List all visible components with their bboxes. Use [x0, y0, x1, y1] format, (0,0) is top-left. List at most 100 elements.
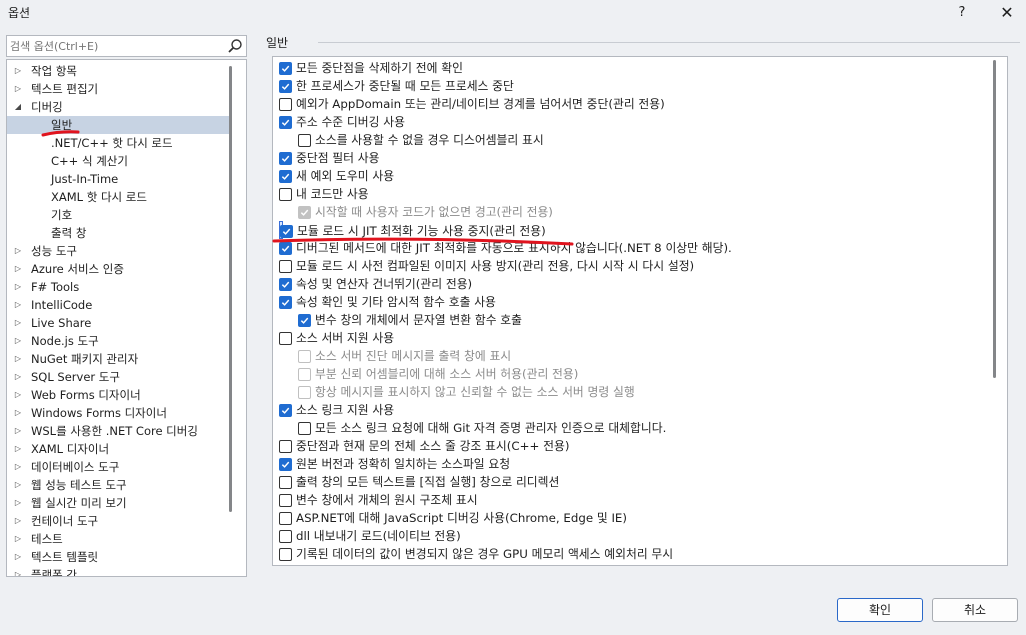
tree-item[interactable]: ▷ 컨테이너 도구 [7, 512, 232, 530]
expand-arrow-icon[interactable]: ▷ [13, 476, 23, 494]
tree-item-label: 작업 항목 [31, 64, 77, 78]
tree-item[interactable]: ▷ 텍스트 템플릿 [7, 548, 232, 566]
expand-arrow-icon[interactable]: ▷ [13, 422, 23, 440]
expand-arrow-icon[interactable]: ▷ [13, 80, 23, 98]
expand-arrow-icon[interactable]: ▷ [13, 512, 23, 530]
option-checkbox[interactable] [279, 98, 292, 111]
tree-item[interactable]: ▷ 웹 실시간 미리 보기 [7, 494, 232, 512]
option-checkbox[interactable] [279, 152, 292, 165]
search-input[interactable] [10, 38, 215, 54]
tree-item[interactable]: ▷ 성능 도구 [7, 242, 232, 260]
option-label: 중단점 필터 사용 [296, 151, 380, 165]
tree-item-label: Node.js 도구 [31, 334, 99, 348]
option-checkbox[interactable] [279, 260, 292, 273]
search-box[interactable] [6, 35, 247, 57]
expand-arrow-icon[interactable]: ▷ [13, 494, 23, 512]
tree-item-label: 데이터베이스 도구 [31, 460, 120, 474]
option-checkbox[interactable] [279, 530, 292, 543]
tree-item[interactable]: ▷ Web Forms 디자이너 [7, 386, 232, 404]
tree-item[interactable]: ▷ Windows Forms 디자이너 [7, 404, 232, 422]
expand-arrow-icon[interactable]: ▷ [13, 368, 23, 386]
tree-item[interactable]: ▷ 텍스트 편집기 [7, 80, 232, 98]
option-checkbox[interactable] [279, 116, 292, 129]
option-label: 부분 신뢰 어셈블리에 대해 소스 서버 허용(관리 전용) [315, 367, 579, 381]
expand-arrow-icon[interactable]: ▷ [13, 548, 23, 566]
tree-item[interactable]: ▷ F# Tools [7, 278, 232, 296]
tree-item[interactable]: Just-In-Time [7, 170, 232, 188]
expand-arrow-icon[interactable]: ▷ [13, 296, 23, 314]
option-checkbox[interactable] [298, 422, 311, 435]
tree-item-label: 웹 성능 테스트 도구 [31, 478, 127, 492]
option-label: 중단점과 현재 문의 전체 소스 줄 강조 표시(C++ 전용) [296, 439, 570, 453]
option-checkbox[interactable] [279, 512, 292, 525]
expand-arrow-icon[interactable]: ▷ [13, 404, 23, 422]
tree-item[interactable]: ▷ NuGet 패키지 관리자 [7, 350, 232, 368]
panel-scrollbar[interactable] [993, 60, 996, 378]
tree-item[interactable]: ▷ WSL를 사용한 .NET Core 디버깅 [7, 422, 232, 440]
expand-arrow-icon[interactable]: ▷ [13, 386, 23, 404]
section-divider [318, 42, 1020, 43]
option-checkbox[interactable] [279, 278, 292, 291]
option-checkbox[interactable] [279, 332, 292, 345]
expand-arrow-icon[interactable]: ▷ [13, 530, 23, 548]
tree-item[interactable]: ▷ 테스트 [7, 530, 232, 548]
option-checkbox[interactable] [279, 494, 292, 507]
option-label: 변수 창의 개체에서 문자열 변환 함수 호출 [315, 313, 523, 327]
tree-item-label: 디버깅 [31, 100, 63, 114]
expand-arrow-icon[interactable]: ▷ [13, 350, 23, 368]
expand-arrow-icon[interactable]: ▷ [13, 62, 23, 80]
option-label: 기록된 데이터의 값이 변경되지 않은 경우 GPU 메모리 액세스 예외처리 … [296, 547, 674, 561]
option-label: 출력 창의 모든 텍스트를 [직접 실행] 창으로 리디렉션 [296, 475, 560, 489]
option-checkbox[interactable] [279, 458, 292, 471]
option-checkbox[interactable] [298, 134, 311, 147]
expand-arrow-icon[interactable]: ▷ [13, 260, 23, 278]
tree-item[interactable]: ▷ 데이터베이스 도구 [7, 458, 232, 476]
tree-item[interactable]: ▷ XAML 디자이너 [7, 440, 232, 458]
collapse-arrow-icon[interactable]: ◢ [13, 98, 23, 116]
tree-item[interactable]: ▷ Live Share [7, 314, 232, 332]
option-label: 새 예외 도우미 사용 [296, 169, 395, 183]
tree-item[interactable]: ▷ SQL Server 도구 [7, 368, 232, 386]
tree-scrollbar[interactable] [229, 66, 232, 512]
option-checkbox[interactable] [279, 476, 292, 489]
option-label: 모든 중단점을 삭제하기 전에 확인 [296, 61, 463, 75]
ok-button[interactable]: 확인 [837, 598, 923, 622]
option-checkbox[interactable] [279, 440, 292, 453]
option-checkbox[interactable] [279, 404, 292, 417]
expand-arrow-icon[interactable]: ▷ [13, 458, 23, 476]
tree-item[interactable]: ▷ 웹 성능 테스트 도구 [7, 476, 232, 494]
option-checkbox[interactable] [279, 296, 292, 309]
expand-arrow-icon[interactable]: ▷ [13, 314, 23, 332]
option-checkbox[interactable] [279, 62, 292, 75]
option-checkbox[interactable] [279, 170, 292, 183]
tree-item[interactable]: ▷ 플랫폼 간 [7, 566, 232, 576]
tree-item-label: 웹 실시간 미리 보기 [31, 496, 127, 510]
tree-item-label: Web Forms 디자이너 [31, 388, 141, 402]
search-icon[interactable] [227, 38, 243, 54]
option-label: 소스 서버 지원 사용 [296, 331, 395, 345]
tree-item-label: Windows Forms 디자이너 [31, 406, 167, 420]
tree-item[interactable]: ▷ Azure 서비스 인증 [7, 260, 232, 278]
tree-item[interactable]: C++ 식 계산기 [7, 152, 232, 170]
tree-item[interactable]: ▷ IntelliCode [7, 296, 232, 314]
option-checkbox[interactable] [279, 80, 292, 93]
tree-item[interactable]: ▷ 작업 항목 [7, 62, 232, 80]
tree-item[interactable]: 기호 [7, 206, 232, 224]
option-checkbox[interactable] [279, 188, 292, 201]
cancel-button[interactable]: 취소 [932, 598, 1018, 622]
tree-item[interactable]: ◢ 디버깅 [7, 98, 232, 116]
expand-arrow-icon[interactable]: ▷ [13, 566, 23, 576]
expand-arrow-icon[interactable]: ▷ [13, 332, 23, 350]
option-checkbox[interactable] [279, 548, 292, 561]
tree-item[interactable]: ▷ Node.js 도구 [7, 332, 232, 350]
expand-arrow-icon[interactable]: ▷ [13, 278, 23, 296]
expand-arrow-icon[interactable]: ▷ [13, 242, 23, 260]
expand-arrow-icon[interactable]: ▷ [13, 440, 23, 458]
help-button[interactable]: ? [950, 2, 974, 24]
tree-item[interactable]: 출력 창 [7, 224, 232, 242]
option-label: 소스를 사용할 수 없을 경우 디스어셈블리 표시 [315, 133, 544, 147]
close-button[interactable]: ✕ [994, 2, 1020, 24]
tree-item[interactable]: XAML 핫 다시 로드 [7, 188, 232, 206]
tree-item-label: 텍스트 편집기 [31, 82, 99, 96]
option-checkbox[interactable] [298, 314, 311, 327]
